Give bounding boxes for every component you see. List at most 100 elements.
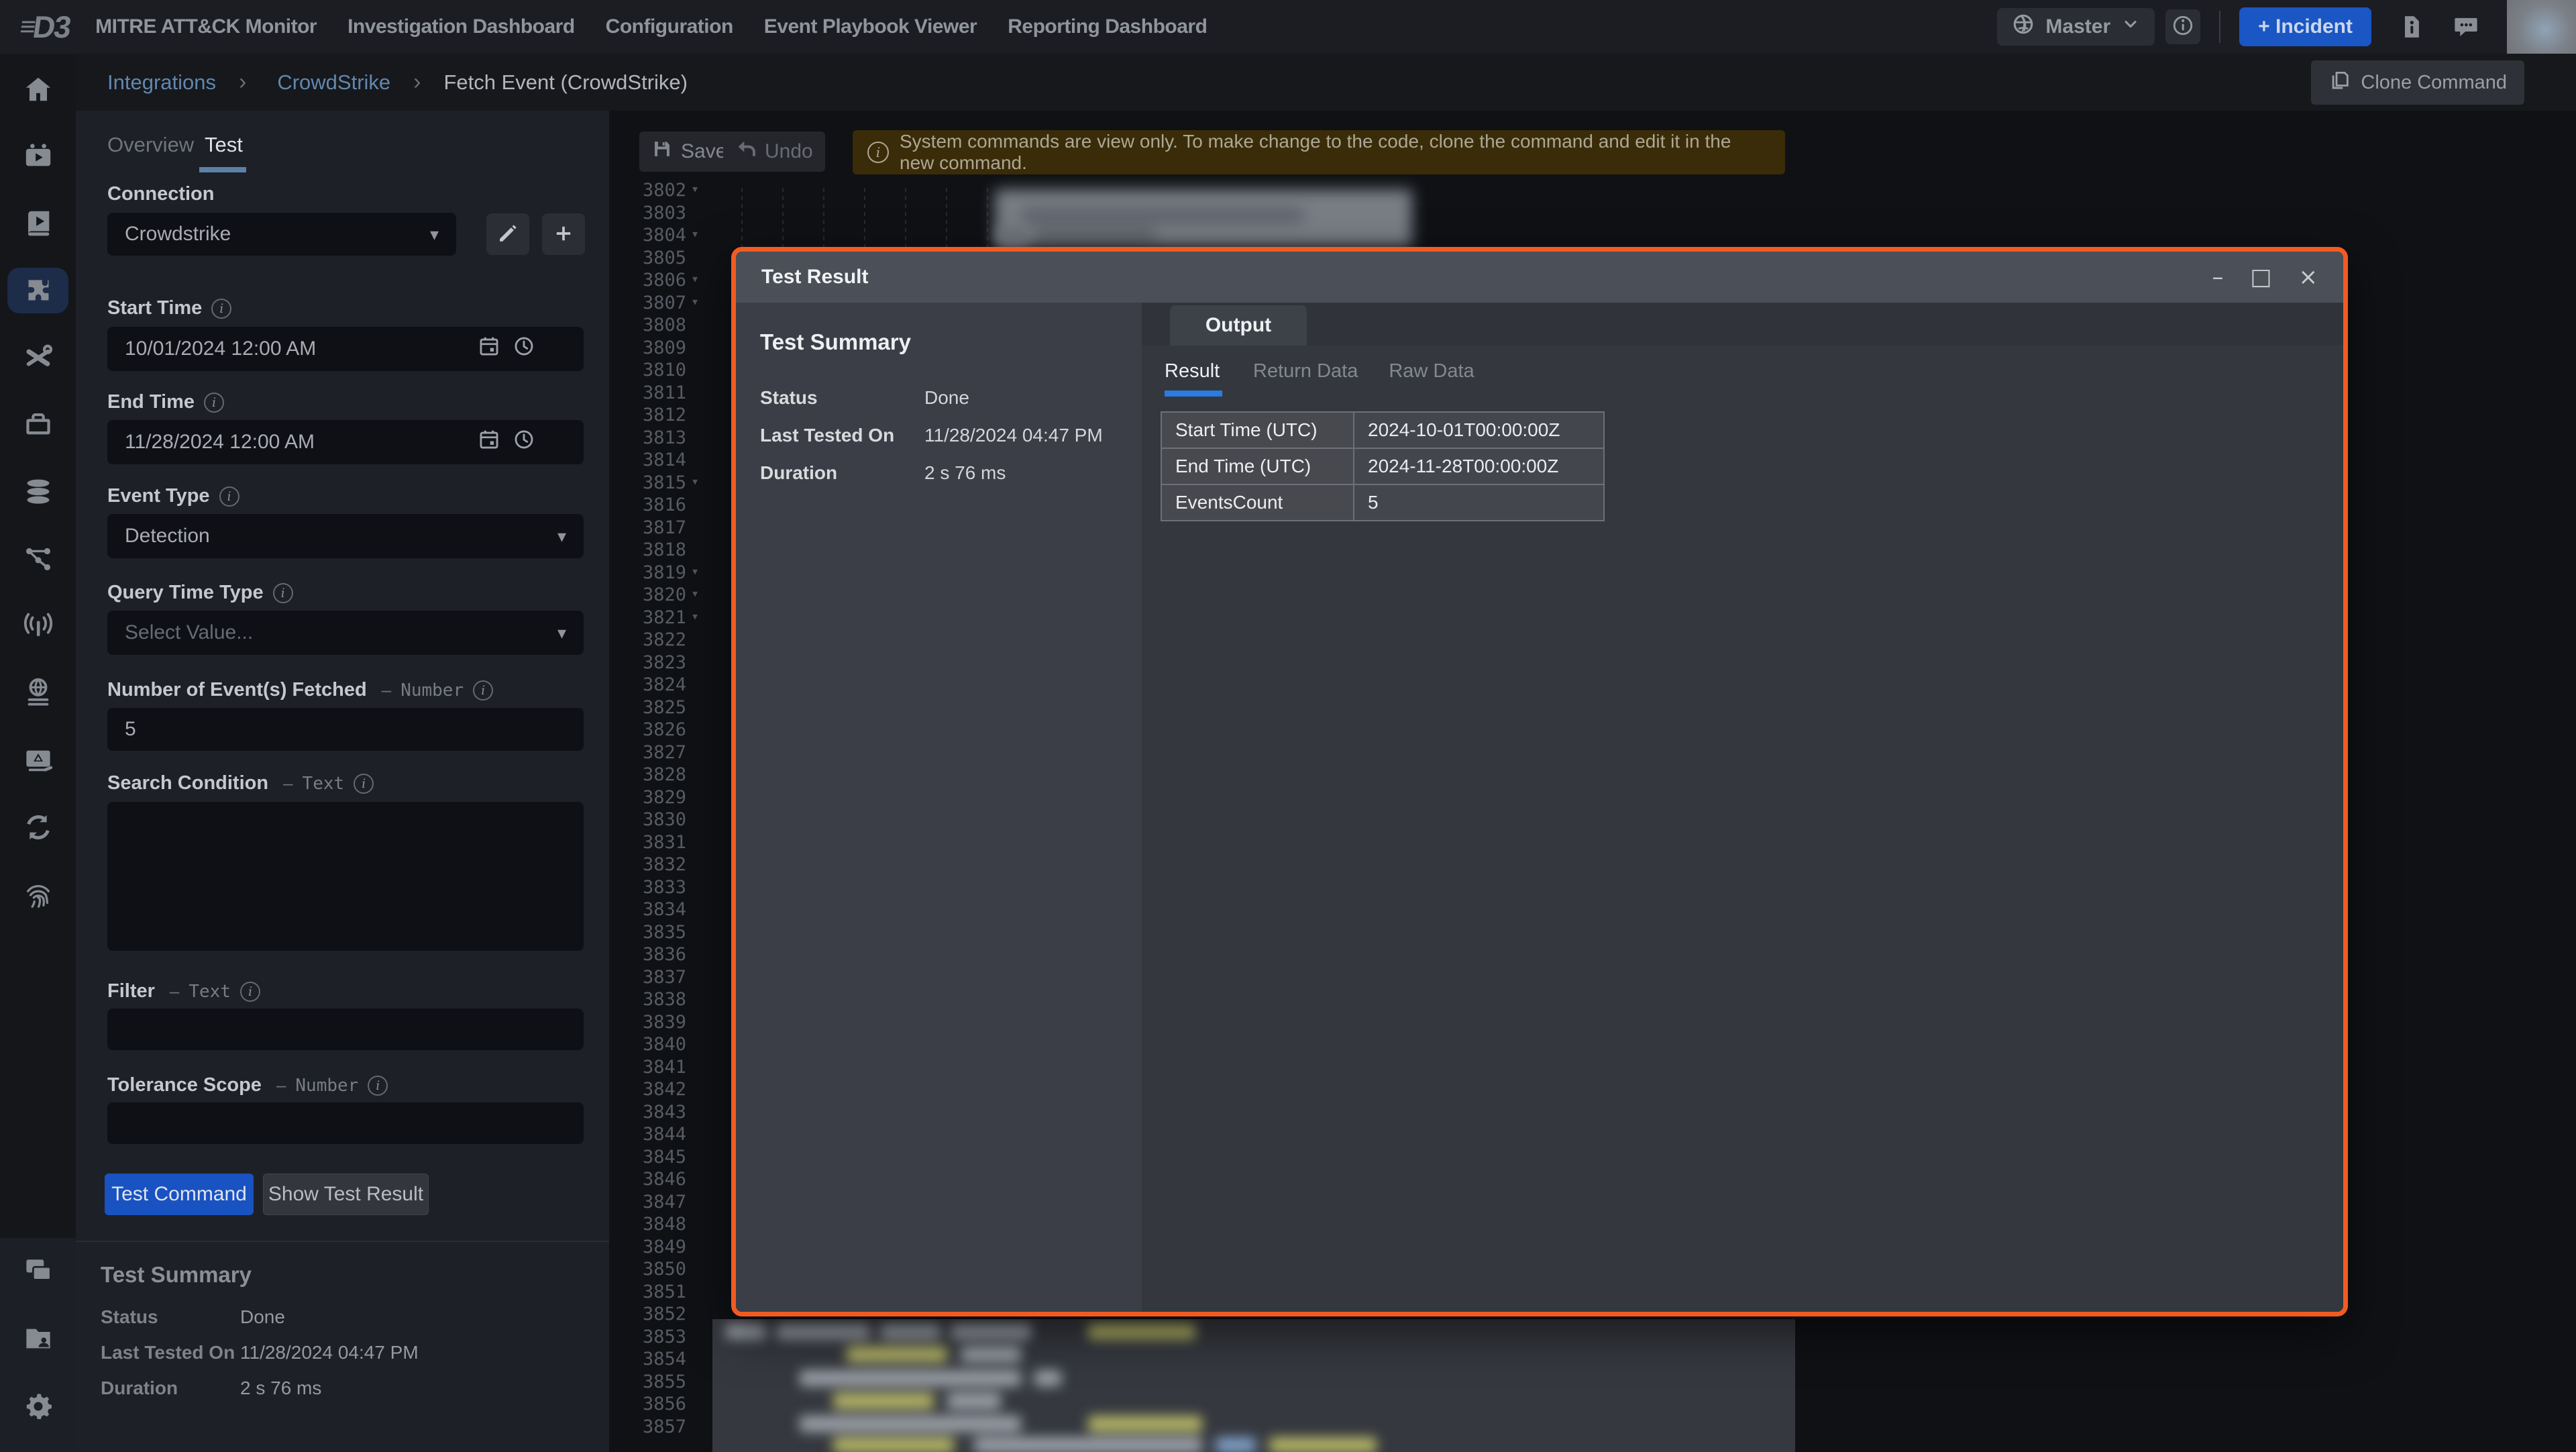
release-notes-icon[interactable] — [2398, 13, 2425, 40]
summary-label: Status — [101, 1306, 240, 1328]
line-number: 3808 — [609, 315, 686, 335]
fold-caret-icon[interactable]: ▾ — [691, 473, 699, 489]
query-time-type-select[interactable]: Select Value...▾ — [107, 611, 584, 655]
new-incident-button[interactable]: + Incident — [2239, 7, 2371, 46]
info-icon[interactable]: i — [368, 1076, 388, 1096]
minimize-button[interactable]: – — [2212, 266, 2223, 289]
tab-test[interactable]: Test — [205, 133, 243, 157]
test-command-button[interactable]: Test Command — [105, 1174, 254, 1215]
fold-caret-icon[interactable]: ▾ — [691, 608, 699, 624]
summary-value: Done — [924, 387, 969, 409]
user-avatar[interactable] — [2507, 0, 2576, 54]
fold-caret-icon[interactable]: ▾ — [691, 270, 699, 287]
windows-icon[interactable] — [0, 1255, 76, 1286]
filter-input[interactable] — [107, 1008, 584, 1050]
line-number: 3834 — [609, 899, 686, 920]
event-monitor-icon[interactable] — [0, 141, 76, 172]
data-sync-icon[interactable] — [0, 812, 76, 843]
num-events-input[interactable] — [107, 708, 584, 751]
chevron-down-icon — [2121, 15, 2140, 39]
tolerance-scope-input[interactable] — [107, 1102, 584, 1144]
event-type-label: Event Typei — [107, 485, 239, 507]
settings-gear-icon[interactable] — [0, 1391, 76, 1422]
breadcrumb-separator: › — [239, 69, 246, 95]
line-number: 3814 — [609, 450, 686, 470]
site-selector[interactable]: Master — [1997, 8, 2155, 46]
output-subtabs: Result Return Data Raw Data — [1165, 360, 1474, 397]
info-button[interactable] — [2165, 9, 2200, 44]
result-value: 2024-10-01T00:00:00Z — [1354, 412, 1604, 448]
line-number: 3852 — [609, 1304, 686, 1325]
close-button[interactable]: × — [2299, 266, 2318, 289]
info-icon[interactable]: i — [240, 982, 260, 1002]
line-number: 3820▾ — [609, 584, 686, 605]
nav-item-2[interactable]: Configuration — [606, 15, 733, 38]
fold-caret-icon[interactable]: ▾ — [691, 225, 699, 242]
undo-icon — [735, 138, 757, 165]
line-number: 3830 — [609, 809, 686, 830]
subtab-return-data[interactable]: Return Data — [1253, 360, 1358, 397]
connection-select[interactable]: Crowdstrike▾ — [107, 213, 456, 256]
event-type-select[interactable]: Detection▾ — [107, 514, 584, 558]
top-nav: ≡ D3 MITRE ATT&CK Monitor Investigation D… — [0, 0, 2576, 54]
indent-guide — [823, 188, 824, 247]
info-icon[interactable]: i — [219, 486, 239, 507]
summary-row: Last Tested On11/28/2024 04:47 PM — [760, 425, 1142, 446]
data-source-icon[interactable] — [0, 476, 76, 507]
nav-item-0[interactable]: MITRE ATT&CK Monitor — [95, 15, 317, 38]
tab-output[interactable]: Output — [1170, 305, 1307, 346]
info-icon[interactable]: i — [211, 299, 231, 319]
breadcrumb-crowdstrike[interactable]: CrowdStrike — [277, 70, 390, 95]
subtab-raw-data[interactable]: Raw Data — [1389, 360, 1474, 397]
info-icon[interactable]: i — [204, 393, 224, 413]
fold-caret-icon[interactable]: ▾ — [691, 585, 699, 601]
line-number: 3822 — [609, 629, 686, 650]
d3-logo[interactable]: ≡ D3 — [17, 9, 72, 45]
info-icon[interactable]: i — [354, 774, 374, 794]
fold-caret-icon[interactable]: ▾ — [691, 563, 699, 579]
info-icon[interactable]: i — [273, 583, 293, 603]
home-icon[interactable] — [0, 74, 76, 105]
add-connection-button[interactable] — [542, 213, 585, 255]
summary-label: Status — [760, 387, 924, 409]
search-condition-textarea[interactable] — [107, 802, 584, 951]
integrations-icon[interactable] — [0, 275, 76, 306]
start-time-input[interactable]: 10/01/2024 12:00 AM — [107, 327, 584, 371]
line-number: 3835 — [609, 922, 686, 943]
clock-icon — [513, 428, 535, 456]
user-folder-icon[interactable] — [0, 1323, 76, 1354]
end-time-input[interactable]: 11/28/2024 12:00 AM — [107, 420, 584, 464]
line-number: 3802▾ — [609, 180, 686, 201]
maximize-button[interactable]: □ — [2250, 266, 2271, 289]
fold-caret-icon[interactable]: ▾ — [691, 293, 699, 309]
fingerprint-icon[interactable] — [0, 880, 76, 911]
playbook-icon[interactable] — [0, 208, 76, 239]
nav-item-4[interactable]: Reporting Dashboard — [1008, 15, 1207, 38]
nav-item-3[interactable]: Event Playbook Viewer — [764, 15, 977, 38]
nav-item-1[interactable]: Investigation Dashboard — [347, 15, 575, 38]
undo-button[interactable]: Undo — [723, 132, 825, 172]
result-key: EventsCount — [1161, 484, 1354, 521]
breadcrumb: Integrations › CrowdStrike › Fetch Event… — [76, 54, 2576, 111]
modal-header[interactable]: Test Result – □ × — [736, 252, 2343, 303]
utility-commands-icon[interactable] — [0, 342, 76, 373]
chat-icon[interactable] — [2452, 13, 2480, 41]
show-test-result-button[interactable]: Show Test Result — [263, 1174, 429, 1215]
line-number-gutter[interactable]: 3802▾38033804▾38053806▾3807▾380838093810… — [609, 111, 711, 1452]
network-icon[interactable] — [0, 543, 76, 574]
fold-caret-icon[interactable]: ▾ — [691, 180, 699, 197]
case-box-icon[interactable] — [0, 409, 76, 440]
clone-command-button[interactable]: Clone Command — [2311, 60, 2524, 105]
broadcast-icon[interactable] — [0, 610, 76, 641]
subtab-result[interactable]: Result — [1165, 360, 1222, 397]
result-value: 5 — [1354, 484, 1604, 521]
edit-connection-button[interactable] — [486, 213, 529, 255]
breadcrumb-integrations[interactable]: Integrations — [107, 70, 216, 95]
breadcrumb-separator: › — [413, 69, 421, 95]
incident-report-icon[interactable] — [0, 745, 76, 776]
info-icon[interactable]: i — [473, 680, 493, 701]
geo-report-icon[interactable] — [0, 677, 76, 708]
tab-overview[interactable]: Overview — [107, 133, 194, 157]
line-number: 3851 — [609, 1282, 686, 1302]
info-circle-icon — [2171, 14, 2194, 40]
